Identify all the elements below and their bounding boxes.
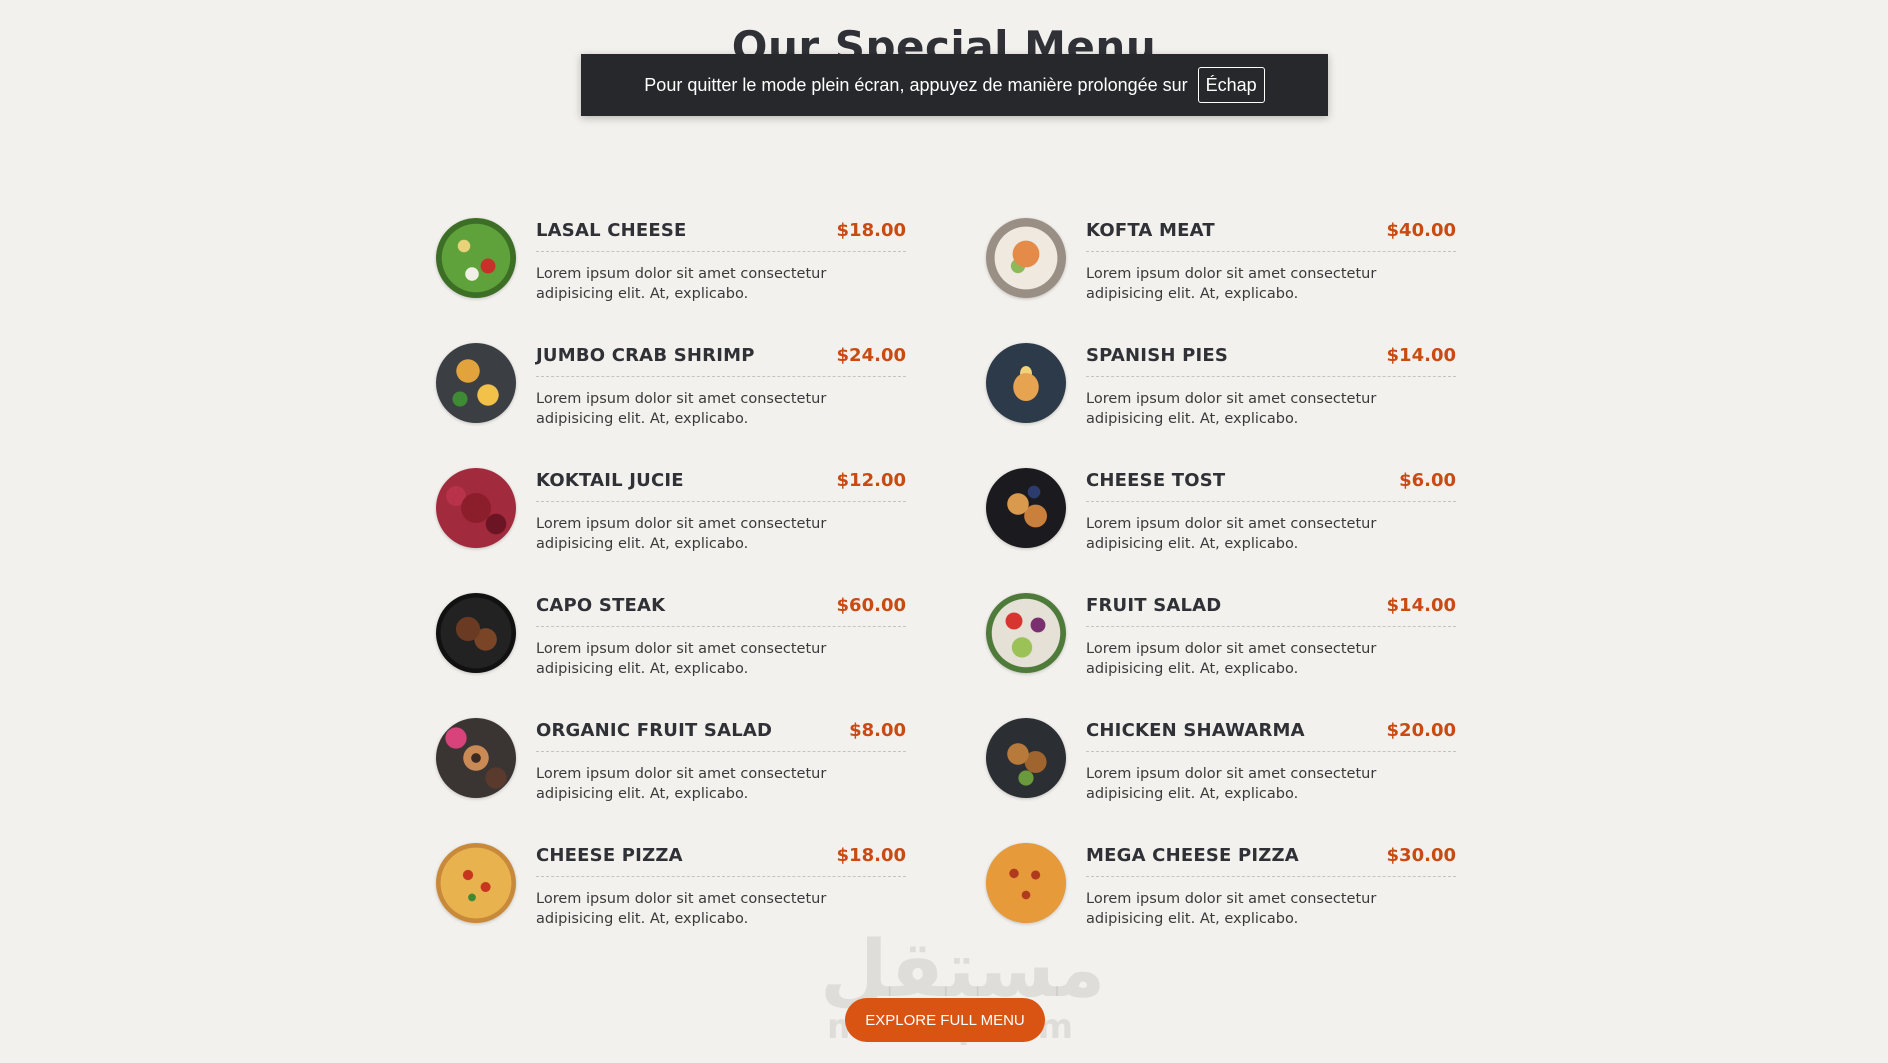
menu-item-price: $30.00 [1386,845,1456,866]
donuts-photo [436,718,516,798]
menu-item-name: LASAL CHEESE [536,220,687,241]
menu-item-name: MEGA CHEESE PIZZA [1086,845,1299,866]
menu-item[interactable]: KOKTAIL JUCIE $12.00 Lorem ipsum dolor s… [436,468,906,552]
steak-pan-photo [436,593,516,673]
fruit-salad-photo [986,593,1066,673]
menu-item-description: Lorem ipsum dolor sit amet consectetur a… [536,391,827,427]
menu-item-price: $24.00 [836,345,906,366]
menu-item-price: $60.00 [836,595,906,616]
explore-full-menu-button[interactable]: EXPLORE FULL MENU [845,998,1045,1042]
menu-item-name: CHEESE TOST [1086,470,1226,491]
menu-item-description: Lorem ipsum dolor sit amet consectetur a… [1086,266,1377,302]
meat-plate-photo [986,218,1066,298]
menu-item-description: Lorem ipsum dolor sit amet consectetur a… [536,516,827,552]
menu-item-name: JUMBO CRAB SHRIMP [536,345,755,366]
menu-item-price: $6.00 [1399,470,1456,491]
french-toast-photo [986,468,1066,548]
large-pizza-photo [986,843,1066,923]
menu-item-name: KOFTA MEAT [1086,220,1215,241]
menu-list: LASAL CHEESE $18.00 Lorem ipsum dolor si… [436,218,1456,927]
pizza-photo [436,843,516,923]
menu-item-description: Lorem ipsum dolor sit amet consectetur a… [536,641,827,677]
menu-item[interactable]: LASAL CHEESE $18.00 Lorem ipsum dolor si… [436,218,906,302]
menu-item-description: Lorem ipsum dolor sit amet consectetur a… [1086,516,1377,552]
fullscreen-notice-text: Pour quitter le mode plein écran, appuye… [644,74,1188,95]
menu-item[interactable]: CHICKEN SHAWARMA $20.00 Lorem ipsum dolo… [986,718,1456,802]
menu-item-price: $18.00 [836,845,906,866]
menu-item-name: SPANISH PIES [1086,345,1229,366]
menu-item-price: $18.00 [836,220,906,241]
menu-item-name: CHICKEN SHAWARMA [1086,720,1305,741]
menu-item-name: ORGANIC FRUIT SALAD [536,720,773,741]
menu-item-description: Lorem ipsum dolor sit amet consectetur a… [1086,891,1377,927]
escape-key-hint: Échap [1197,67,1265,103]
shrimp-dish-photo [436,343,516,423]
menu-item-description: Lorem ipsum dolor sit amet consectetur a… [1086,391,1377,427]
shawarma-photo [986,718,1066,798]
menu-item[interactable]: CAPO STEAK $60.00 Lorem ipsum dolor sit … [436,593,906,677]
salad-photo [436,218,516,298]
menu-item-name: CAPO STEAK [536,595,666,616]
berry-juice-photo [436,468,516,548]
menu-item-price: $14.00 [1386,345,1456,366]
menu-item-name: KOKTAIL JUCIE [536,470,684,491]
menu-item[interactable]: JUMBO CRAB SHRIMP $24.00 Lorem ipsum dol… [436,343,906,427]
menu-item[interactable]: MEGA CHEESE PIZZA $30.00 Lorem ipsum dol… [986,843,1456,927]
menu-item-price: $20.00 [1386,720,1456,741]
menu-item[interactable]: KOFTA MEAT $40.00 Lorem ipsum dolor sit … [986,218,1456,302]
menu-item-description: Lorem ipsum dolor sit amet consectetur a… [536,266,827,302]
menu-item[interactable]: CHEESE TOST $6.00 Lorem ipsum dolor sit … [986,468,1456,552]
menu-item-description: Lorem ipsum dolor sit amet consectetur a… [1086,641,1377,677]
fullscreen-exit-notice: Pour quitter le mode plein écran, appuye… [581,54,1328,116]
menu-item-price: $12.00 [836,470,906,491]
menu-item-name: CHEESE PIZZA [536,845,683,866]
menu-item-name: FRUIT SALAD [1086,595,1222,616]
menu-item[interactable]: FRUIT SALAD $14.00 Lorem ipsum dolor sit… [986,593,1456,677]
menu-item[interactable]: CHEESE PIZZA $18.00 Lorem ipsum dolor si… [436,843,906,927]
menu-item[interactable]: SPANISH PIES $14.00 Lorem ipsum dolor si… [986,343,1456,427]
menu-item-price: $40.00 [1386,220,1456,241]
menu-item-description: Lorem ipsum dolor sit amet consectetur a… [536,766,827,802]
menu-item-description: Lorem ipsum dolor sit amet consectetur a… [536,891,827,927]
menu-item-description: Lorem ipsum dolor sit amet consectetur a… [1086,766,1377,802]
menu-item[interactable]: ORGANIC FRUIT SALAD $8.00 Lorem ipsum do… [436,718,906,802]
menu-item-price: $14.00 [1386,595,1456,616]
pancake-stack-photo [986,343,1066,423]
menu-item-price: $8.00 [849,720,906,741]
